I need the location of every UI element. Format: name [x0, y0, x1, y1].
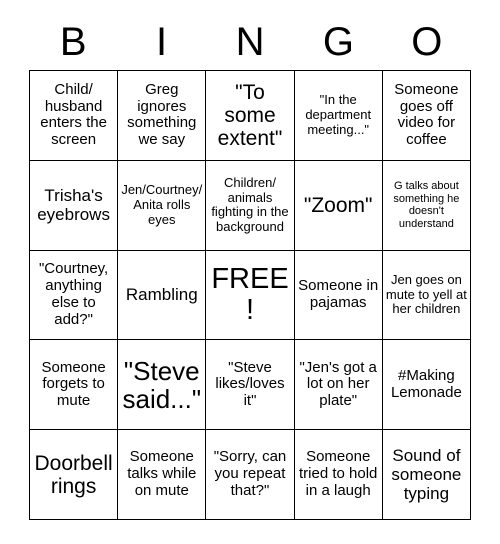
bingo-cell-g2[interactable]: "Zoom" — [294, 160, 383, 251]
bingo-cell-label: "In the department meeting..." — [305, 92, 372, 137]
bingo-cell-label: Rambling — [125, 285, 198, 305]
bingo-cell-label: Trisha's eyebrows — [37, 186, 110, 225]
bingo-cell-n4[interactable]: "Steve likes/loves it" — [206, 340, 295, 431]
bingo-cell-i1[interactable]: Greg ignores something we say — [118, 71, 207, 161]
bingo-cell-label: "Sorry, can you repeat that?" — [213, 448, 287, 499]
bingo-cell-n5[interactable]: "Sorry, can you repeat that?" — [206, 430, 295, 520]
bingo-cell-b2[interactable]: Trisha's eyebrows — [30, 160, 119, 251]
bingo-cell-g5[interactable]: Someone tried to hold in a laugh — [294, 430, 383, 520]
bingo-cell-n2[interactable]: Children/ animals fighting in the backgr… — [206, 160, 295, 251]
header-letter-g: G — [322, 20, 354, 64]
bingo-cell-label: "To some extent" — [217, 80, 283, 150]
bingo-cell-label: Someone forgets to mute — [41, 358, 106, 410]
bingo-cell-label: "Courtney, anything else to add?" — [38, 260, 109, 328]
bingo-cell-o2[interactable]: G talks about something he doesn't under… — [382, 160, 471, 251]
bingo-cell-b3[interactable]: "Courtney, anything else to add?" — [30, 250, 119, 341]
bingo-cell-label: Someone in pajamas — [298, 277, 379, 311]
header-letter-i: I — [156, 20, 168, 64]
bingo-header: B I N G O — [29, 14, 471, 70]
bingo-cell-label: "Steve said..." — [122, 355, 202, 414]
bingo-cell-label: Doorbell rings — [34, 451, 113, 498]
bingo-cell-label: "Zoom" — [303, 193, 373, 217]
bingo-cell-g4[interactable]: "Jen's got a lot on her plate" — [294, 340, 383, 431]
bingo-cell-o3[interactable]: Jen goes on mute to yell at her children — [382, 250, 471, 341]
bingo-grid: Child/ husband enters the screen Greg ig… — [29, 70, 471, 520]
bingo-cell-b1[interactable]: Child/ husband enters the screen — [30, 71, 119, 161]
bingo-cell-g3[interactable]: Someone in pajamas — [294, 250, 383, 341]
bingo-cell-label: Someone tried to hold in a laugh — [299, 448, 378, 499]
bingo-cell-o1[interactable]: Someone goes off video for coffee — [382, 71, 471, 161]
bingo-card: B I N G O Child/ husband enters the scre… — [0, 0, 500, 544]
bingo-cell-label: Children/ animals fighting in the backgr… — [211, 174, 289, 234]
header-letter-b: B — [59, 20, 87, 64]
bingo-cell-label: Someone talks while on mute — [127, 448, 197, 499]
header-letter-n: N — [235, 20, 265, 64]
bingo-cell-label: #Making Lemonade — [390, 366, 462, 401]
bingo-cell-n1[interactable]: "To some extent" — [206, 71, 295, 161]
bingo-cell-i3[interactable]: Rambling — [118, 250, 207, 341]
bingo-cell-i5[interactable]: Someone talks while on mute — [118, 430, 207, 520]
bingo-cell-i4[interactable]: "Steve said..." — [118, 340, 207, 431]
header-letter-o: O — [411, 20, 443, 64]
bingo-cell-label: Someone goes off video for coffee — [394, 80, 459, 149]
bingo-cell-o5[interactable]: Sound of someone typing — [382, 430, 471, 520]
bingo-cell-free-space[interactable]: FREE! — [206, 250, 295, 341]
bingo-cell-o4[interactable]: #Making Lemonade — [382, 340, 471, 431]
bingo-cell-label: Jen/Courtney/ Anita rolls eyes — [121, 182, 203, 227]
bingo-cell-b5[interactable]: Doorbell rings — [30, 430, 119, 520]
bingo-cell-label: Sound of someone typing — [391, 446, 462, 504]
bingo-cell-g1[interactable]: "In the department meeting..." — [294, 71, 383, 161]
bingo-cell-label: G talks about something he doesn't under… — [393, 180, 460, 230]
free-space-label: FREE! — [211, 263, 289, 326]
bingo-cell-label: Child/ husband enters the screen — [40, 80, 107, 149]
bingo-cell-label: "Jen's got a lot on her plate" — [299, 358, 377, 410]
bingo-cell-label: "Steve likes/loves it" — [215, 358, 285, 410]
bingo-cell-label: Jen goes on mute to yell at her children — [385, 271, 467, 317]
bingo-cell-b4[interactable]: Someone forgets to mute — [30, 340, 119, 431]
bingo-cell-i2[interactable]: Jen/Courtney/ Anita rolls eyes — [118, 160, 207, 251]
bingo-cell-label: Greg ignores something we say — [127, 80, 197, 149]
